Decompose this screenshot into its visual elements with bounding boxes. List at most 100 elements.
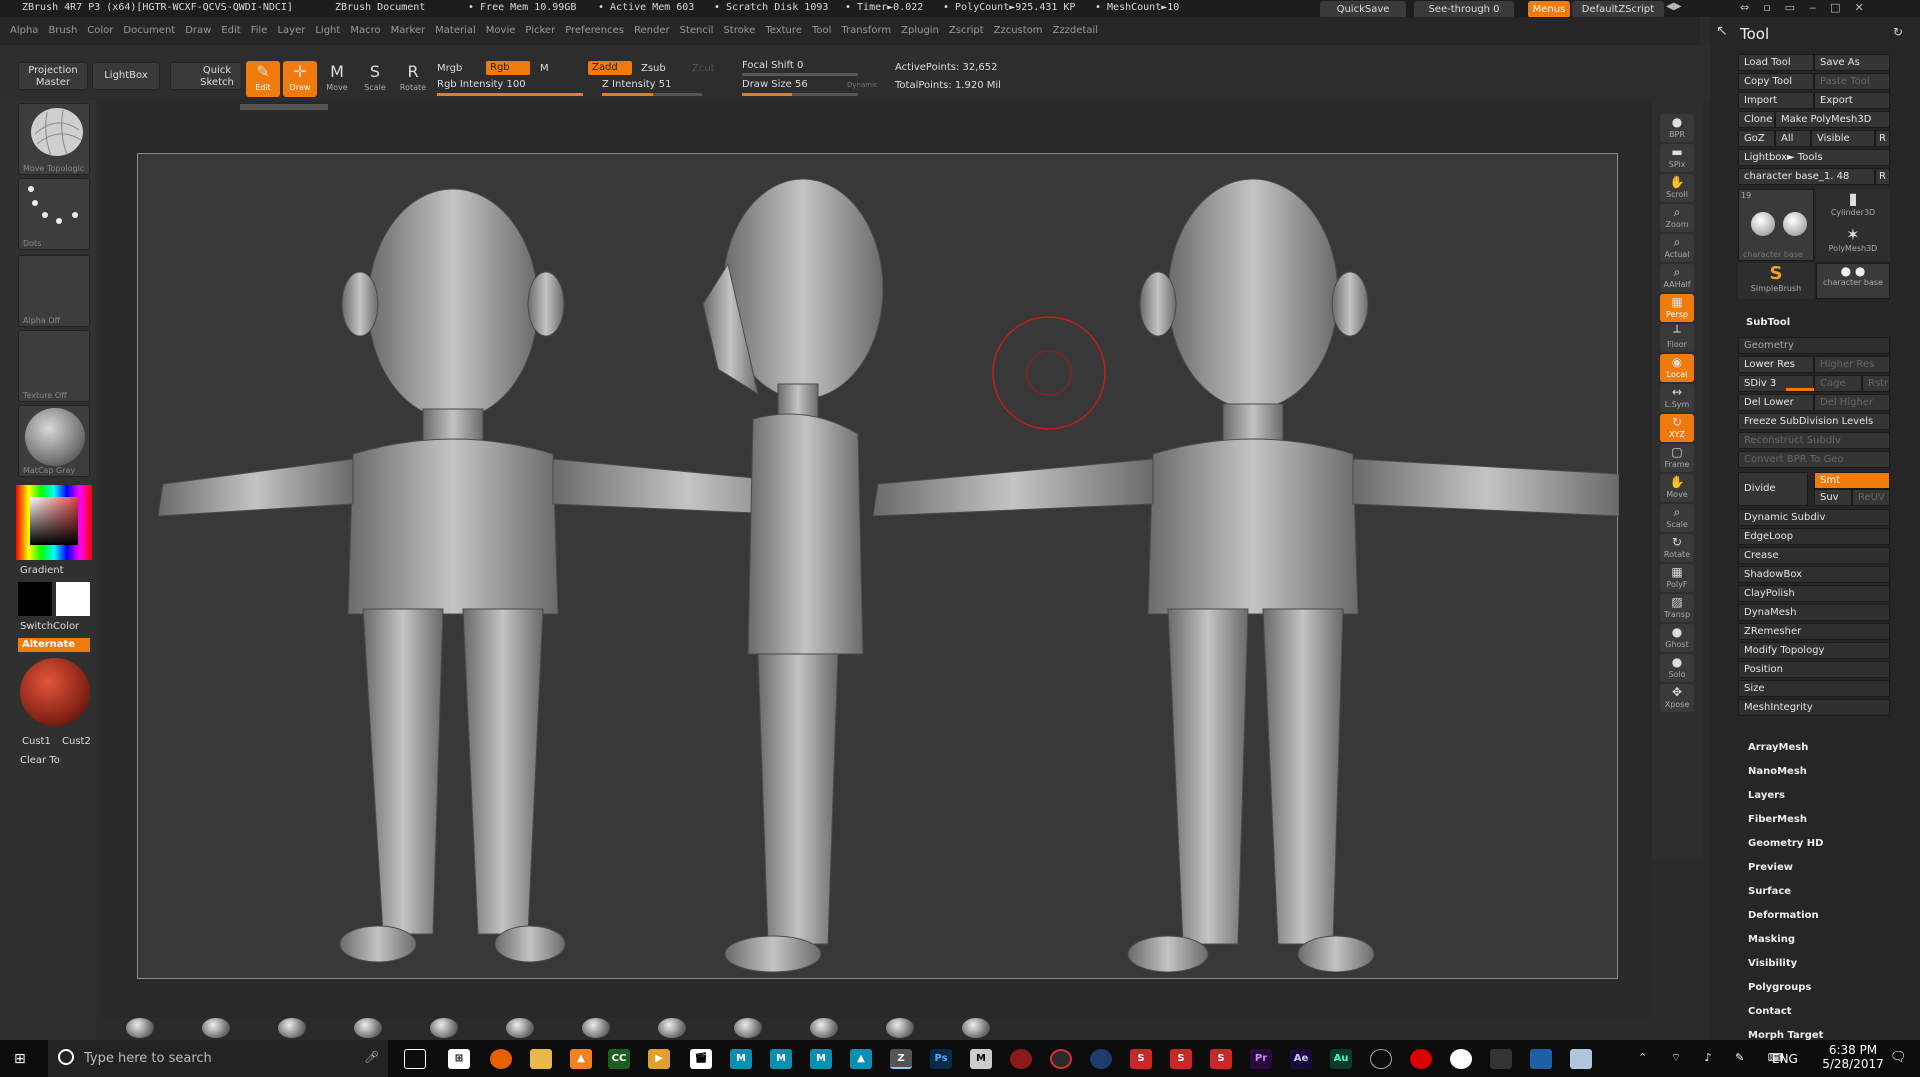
tool-palette-icon[interactable]: ↖ (1716, 23, 1728, 39)
tool-thumb-character-base-2[interactable]: ● ● character base (1816, 263, 1890, 299)
menu-item-stencil[interactable]: Stencil (680, 25, 714, 36)
arrows-icon[interactable]: ◀▶ (1666, 1, 1706, 17)
material-sphere-icon[interactable] (354, 1018, 382, 1038)
viewport-scrollbar[interactable] (240, 104, 328, 110)
app-icon-rec[interactable] (1410, 1049, 1432, 1069)
subtool-section[interactable]: SubTool (1746, 317, 1790, 328)
current-tool-r-button[interactable]: R (1875, 168, 1890, 185)
section-deformation[interactable]: Deformation (1748, 910, 1819, 921)
menus-toggle[interactable]: Menus (1528, 1, 1570, 18)
menu-item-brush[interactable]: Brush (48, 25, 77, 36)
app-icon-record[interactable] (1050, 1049, 1072, 1069)
menu-item-zplugin[interactable]: Zplugin (901, 25, 939, 36)
notifications-icon[interactable]: 🗨︎ (1890, 1050, 1907, 1065)
tool-thumb-polymesh3d[interactable]: ✶ PolyMesh3D (1816, 225, 1890, 261)
system-tray-icons[interactable]: ⌃ ⌔ ♪ ✎ ⌨ (1638, 1051, 1794, 1065)
default-zscript-button[interactable]: DefaultZScript (1572, 1, 1664, 18)
m-toggle[interactable]: M (540, 63, 549, 74)
geometry-size-button[interactable]: Size (1738, 680, 1890, 697)
material-selector[interactable]: MatCap Gray (18, 405, 90, 477)
secondary-color-swatch[interactable] (56, 582, 90, 616)
window-controls[interactable]: ⇔▫▭‒□✕ (1740, 1, 1920, 17)
app-icon-s3[interactable]: S (1210, 1049, 1232, 1069)
menu-item-picker[interactable]: Picker (525, 25, 555, 36)
geometry-crease-button[interactable]: Crease (1738, 547, 1890, 564)
focal-shift-track[interactable] (742, 73, 858, 76)
material-sphere-icon[interactable] (810, 1018, 838, 1038)
reuv-button[interactable]: ReUV (1852, 489, 1890, 506)
geometry-dynamesh-button[interactable]: DynaMesh (1738, 604, 1890, 621)
section-contact[interactable]: Contact (1748, 1006, 1792, 1017)
document-canvas[interactable] (137, 153, 1620, 979)
app-icon-photo[interactable] (1490, 1049, 1512, 1069)
rightbar-zoom-button[interactable]: ⌕ Zoom (1660, 204, 1694, 232)
geometry-zremesher-button[interactable]: ZRemesher (1738, 623, 1890, 640)
rgb-intensity-track[interactable] (437, 93, 583, 96)
material-sphere-icon[interactable] (430, 1018, 458, 1038)
store-icon[interactable]: ⊞ (448, 1049, 470, 1069)
cage-button[interactable]: Cage (1814, 375, 1862, 392)
material-sphere-icon[interactable] (658, 1018, 686, 1038)
rightbar-floor-button[interactable]: ┴ Floor (1660, 324, 1694, 352)
menu-item-file[interactable]: File (251, 25, 268, 36)
clear-to-button[interactable]: Clear To (20, 755, 60, 766)
vlc-icon[interactable]: ▲ (570, 1049, 592, 1069)
main-color-swatch[interactable] (18, 582, 52, 616)
section-masking[interactable]: Masking (1748, 934, 1795, 945)
menu-item-movie[interactable]: Movie (486, 25, 516, 36)
geometry-modify-topology-button[interactable]: Modify Topology (1738, 642, 1890, 659)
geometry-claypolish-button[interactable]: ClayPolish (1738, 585, 1890, 602)
draw-size-slider[interactable]: Draw Size 56 (742, 79, 808, 90)
copy-tool-button[interactable]: Copy Tool (1738, 73, 1814, 90)
material-sphere-icon[interactable] (734, 1018, 762, 1038)
menu-item-zzzdetail[interactable]: Zzzdetail (1053, 25, 1098, 36)
menu-item-marker[interactable]: Marker (391, 25, 426, 36)
maya-icon[interactable]: M (730, 1049, 752, 1069)
load-tool-button[interactable]: Load Tool (1738, 54, 1814, 71)
media-icon[interactable]: ▶ (648, 1049, 670, 1069)
geometry-edgeloop-button[interactable]: EdgeLoop (1738, 528, 1890, 545)
alpha-selector[interactable]: Alpha Off (18, 255, 90, 327)
freeze-subdivision-button[interactable]: Freeze SubDivision Levels (1738, 413, 1890, 430)
menu-item-zscript[interactable]: Zscript (949, 25, 984, 36)
lower-res-button[interactable]: Lower Res (1738, 356, 1814, 373)
menu-item-tool[interactable]: Tool (812, 25, 831, 36)
rightbar-xpose-button[interactable]: ✥ Xpose (1660, 684, 1694, 712)
geometry-position-button[interactable]: Position (1738, 661, 1890, 678)
menu-item-material[interactable]: Material (435, 25, 476, 36)
clock-icon[interactable] (1450, 1049, 1472, 1069)
rightbar-solo-button[interactable]: ● Solo (1660, 654, 1694, 682)
suv-toggle[interactable]: Suv (1814, 489, 1852, 506)
app-icon-ring[interactable] (1370, 1049, 1392, 1069)
geometry-meshintegrity-button[interactable]: MeshIntegrity (1738, 699, 1890, 716)
gradient-label[interactable]: Gradient (20, 565, 64, 576)
after-effects-icon[interactable]: Ae (1290, 1049, 1312, 1069)
section-arraymesh[interactable]: ArrayMesh (1748, 742, 1808, 753)
geometry-dynamic-subdiv-button[interactable]: Dynamic Subdiv (1738, 509, 1890, 526)
rightbar-persp-button[interactable]: ▦ Persp (1660, 294, 1694, 322)
app-icon-blue[interactable] (1090, 1049, 1112, 1069)
focal-shift-slider[interactable]: Focal Shift 0 (742, 60, 803, 71)
see-through-slider[interactable]: See-through 0 (1414, 1, 1514, 18)
higher-res-button[interactable]: Higher Res (1814, 356, 1890, 373)
lightbox-button[interactable]: LightBox (92, 62, 160, 90)
divide-button[interactable]: Divide (1738, 472, 1808, 506)
section-polygroups[interactable]: Polygroups (1748, 982, 1811, 993)
rgb-intensity-slider[interactable]: Rgb Intensity 100 (437, 79, 526, 90)
menu-item-preferences[interactable]: Preferences (565, 25, 624, 36)
texture-selector[interactable]: Texture Off (18, 330, 90, 402)
menu-item-transform[interactable]: Transform (841, 25, 891, 36)
rightbar-scale-button[interactable]: ⌕ Scale (1660, 504, 1694, 532)
rightbar-polyf-button[interactable]: ▦ PolyF (1660, 564, 1694, 592)
rightbar-scroll-button[interactable]: ✋ Scroll (1660, 174, 1694, 202)
del-higher-button[interactable]: Del Higher (1814, 394, 1890, 411)
edit-button[interactable]: ✎ Edit (246, 61, 280, 97)
cust1-button[interactable]: Cust1 (22, 736, 51, 747)
tool-thumb-simplebrush[interactable]: S SimpleBrush (1738, 263, 1814, 299)
color-picker-square[interactable] (30, 497, 78, 545)
cust-material-sphere-icon[interactable] (20, 658, 90, 726)
draw-size-track[interactable] (742, 93, 858, 96)
windows-start-icon[interactable]: ⊞ (14, 1051, 26, 1067)
rightbar-bpr-button[interactable]: ● BPR (1660, 114, 1694, 142)
save-as-button[interactable]: Save As (1814, 54, 1890, 71)
